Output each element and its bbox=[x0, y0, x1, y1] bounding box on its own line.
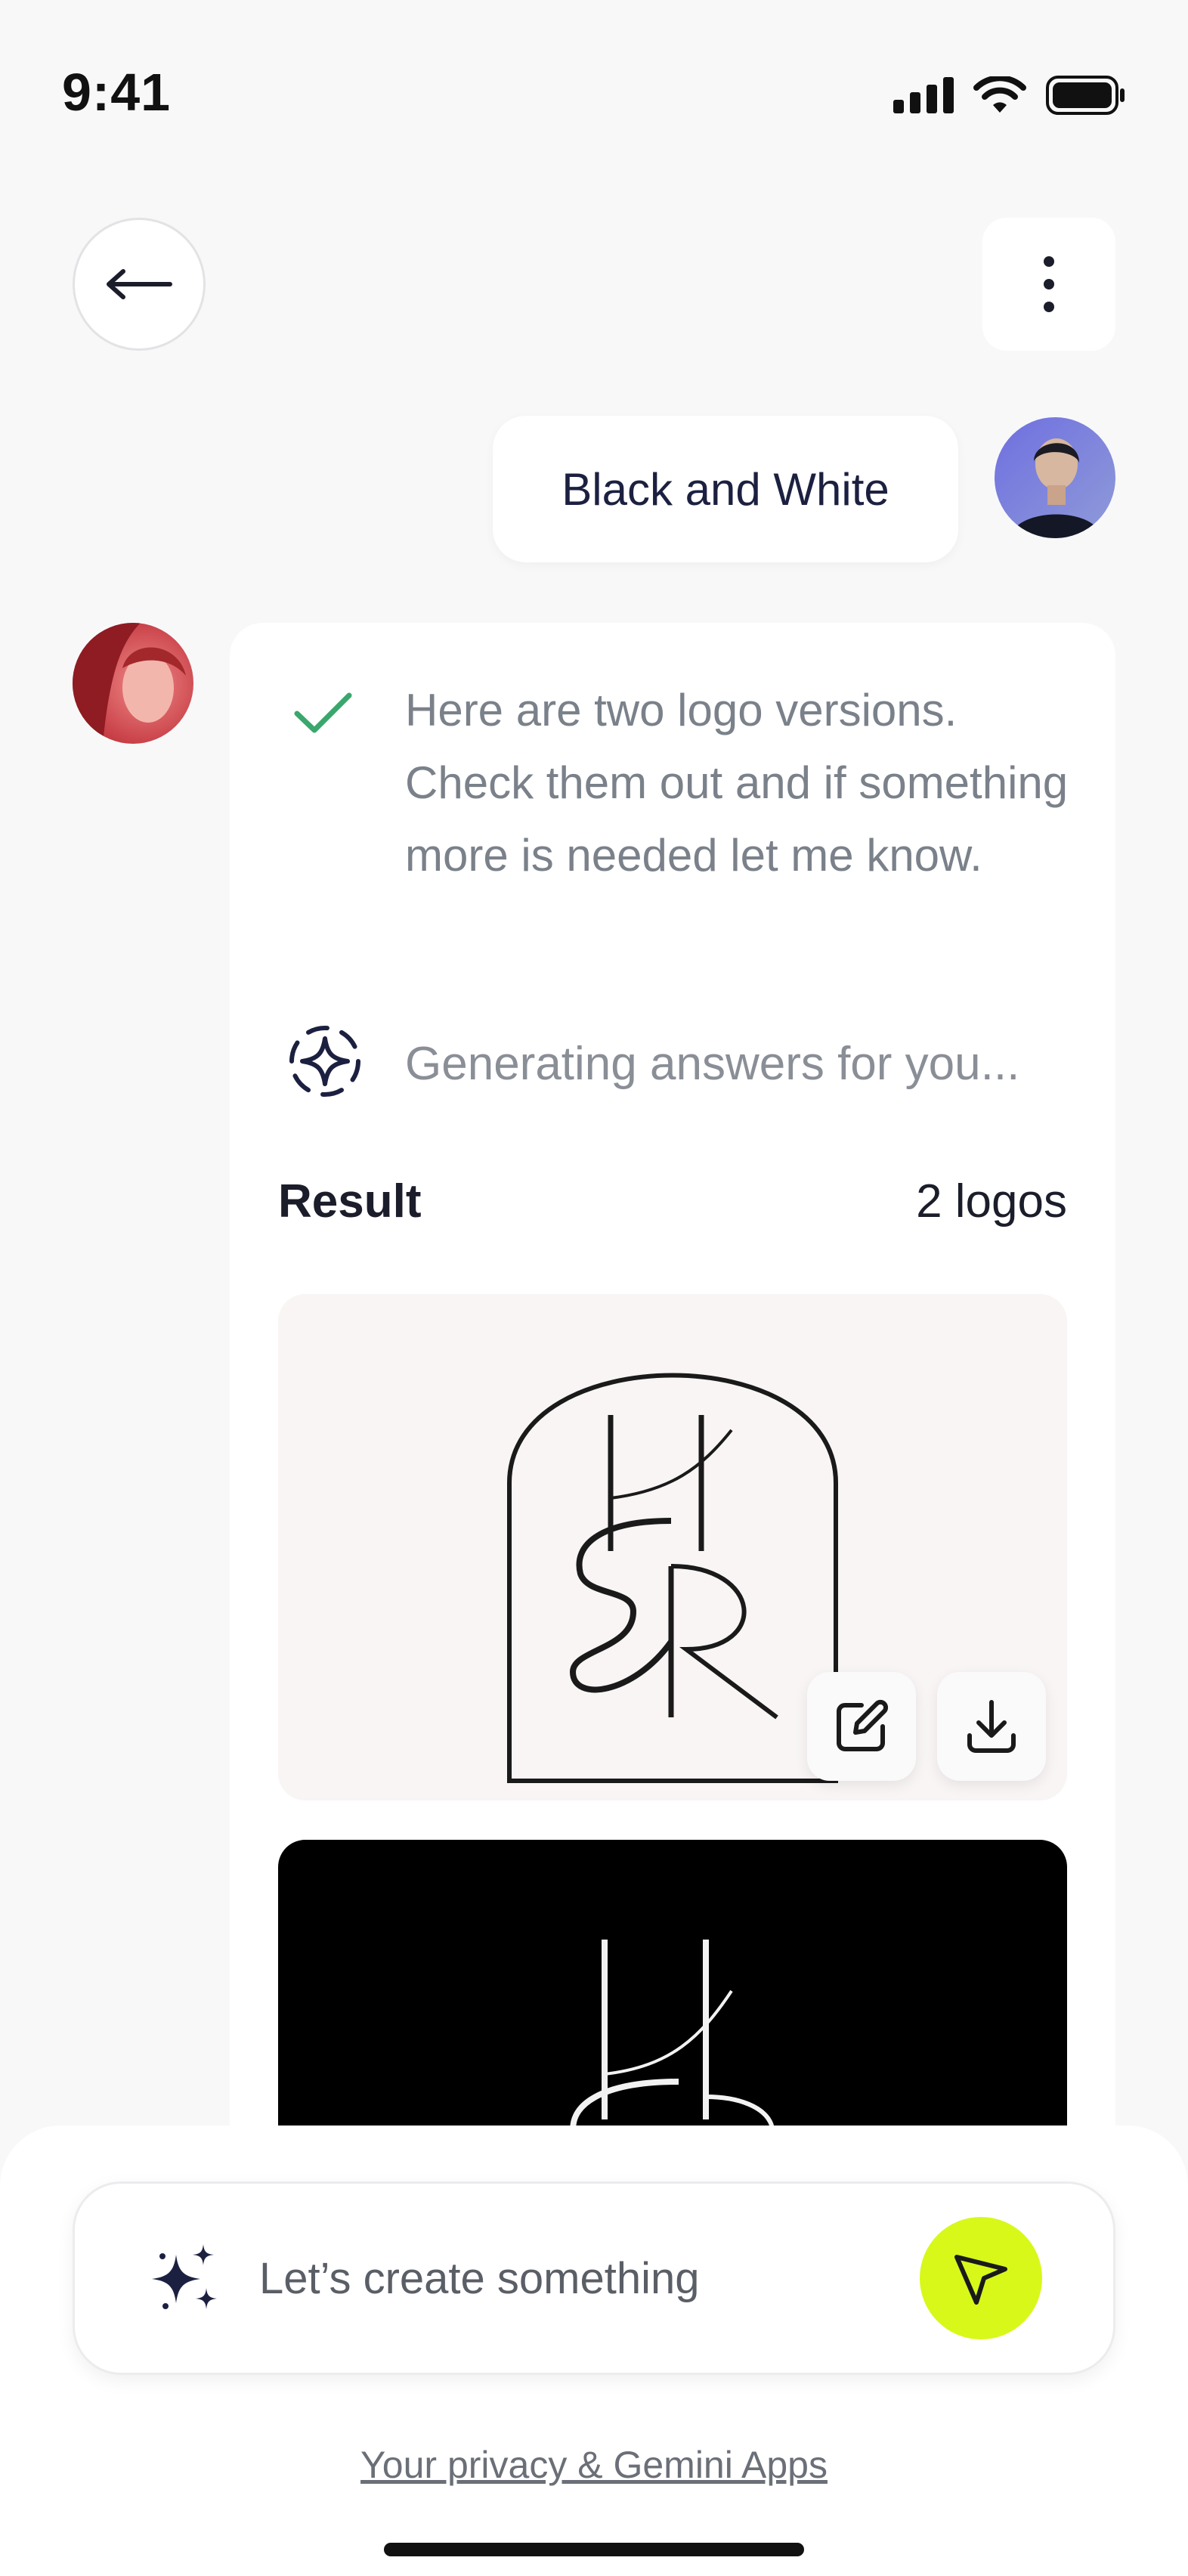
download-logo-button[interactable] bbox=[937, 1672, 1046, 1781]
logo-preview-light[interactable] bbox=[278, 1294, 1067, 1800]
edit-logo-button[interactable] bbox=[807, 1672, 916, 1781]
user-message-bubble: Black and White bbox=[493, 416, 958, 562]
sparkles-icon bbox=[152, 2244, 217, 2309]
user-message-text: Black and White bbox=[562, 463, 889, 515]
more-vertical-icon bbox=[1044, 256, 1054, 312]
status-time: 9:41 bbox=[62, 63, 172, 122]
assistant-response-card: Here are two logo versions. Check them o… bbox=[230, 623, 1115, 2210]
download-icon bbox=[967, 1700, 1016, 1753]
signal-icon bbox=[893, 77, 954, 113]
assistant-avatar[interactable] bbox=[73, 623, 193, 744]
prompt-composer bbox=[73, 2181, 1115, 2375]
chat-screen: 9:41 Black and White Here are two logo v… bbox=[0, 0, 1188, 2576]
home-indicator bbox=[384, 2543, 804, 2556]
sparkle-loading-icon bbox=[289, 1026, 360, 1097]
result-label: Result bbox=[278, 1175, 422, 1228]
status-icons bbox=[893, 76, 1126, 115]
battery-icon bbox=[1046, 76, 1125, 115]
more-options-button[interactable] bbox=[982, 218, 1115, 351]
arrow-left-icon bbox=[107, 269, 172, 299]
user-avatar-image bbox=[995, 417, 1115, 538]
generating-status: Generating answers for you... bbox=[405, 1038, 1020, 1090]
back-button[interactable] bbox=[73, 218, 206, 351]
prompt-input[interactable] bbox=[259, 2184, 909, 2373]
wifi-icon bbox=[973, 76, 1026, 113]
assistant-avatar-image bbox=[73, 623, 193, 744]
composer-sheet: Your privacy & Gemini Apps bbox=[0, 2126, 1188, 2576]
edit-icon bbox=[837, 1699, 889, 1751]
assistant-message: Here are two logo versions. Check them o… bbox=[405, 685, 1069, 881]
send-icon bbox=[954, 2255, 1007, 2305]
check-icon bbox=[294, 692, 352, 733]
send-button[interactable] bbox=[920, 2217, 1042, 2339]
result-count: 2 logos bbox=[916, 1175, 1067, 1228]
user-avatar[interactable] bbox=[995, 417, 1115, 538]
privacy-link[interactable]: Your privacy & Gemini Apps bbox=[0, 2443, 1188, 2487]
